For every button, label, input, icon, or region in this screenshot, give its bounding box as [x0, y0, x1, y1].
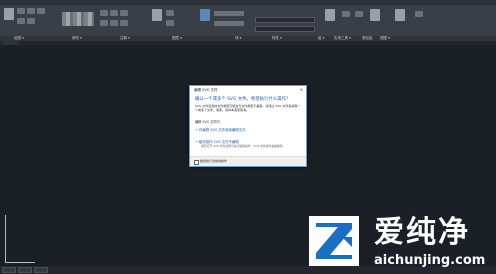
trim-tool-icon[interactable]: [120, 10, 128, 16]
hatch-tool-icon[interactable]: [27, 18, 35, 24]
paste-icon[interactable]: [395, 9, 405, 21]
layout2-tab[interactable]: [34, 267, 48, 273]
close-icon[interactable]: ✕: [300, 87, 303, 92]
group-icon[interactable]: [355, 11, 363, 17]
measure-icon[interactable]: [370, 9, 380, 21]
view-icon[interactable]: [415, 11, 423, 17]
layer-tools-icon[interactable]: [214, 21, 244, 26]
leader-tool-icon[interactable]: [166, 20, 174, 26]
layer-state-icon[interactable]: [214, 11, 244, 16]
dimension-tool-icon[interactable]: [166, 10, 174, 16]
dialog-footer: 始终执行当前的操作: [190, 156, 306, 166]
match-properties-icon[interactable]: [342, 11, 350, 17]
option-continue-edit[interactable]: → 仍编辑 SVG 文件继续编辑文件: [195, 128, 302, 133]
watermark-url: aichunjing.com: [374, 253, 486, 268]
ucs-x-axis: [5, 262, 35, 263]
option-cancel-edit-desc: 通知打开 SVG 文件功能可进行编辑操作，SVG 文件操作会被保存。: [201, 143, 286, 148]
rotate-tool-icon[interactable]: [110, 10, 118, 16]
option-cancel-edit[interactable]: → 取消操作 SVG 文件不编辑 通知打开 SVG 文件功能可进行编辑操作，SV…: [195, 140, 302, 148]
arc-tool-icon[interactable]: [37, 8, 45, 14]
ribbon: [0, 5, 496, 37]
color-dropdown[interactable]: [255, 17, 315, 23]
blurred-region: [62, 12, 94, 26]
svg-file-dialog: 编辑 SVG 文件 ✕ 确认一个或多个 SVG 文件。希望执行什么操作？ SVG…: [189, 85, 307, 167]
always-checkbox-label: 始终执行当前的操作: [200, 159, 228, 163]
move-tool-icon[interactable]: [100, 10, 108, 16]
watermark-brand: 爱纯净: [374, 215, 470, 250]
option-continue-edit-label: → 仍编辑 SVG 文件继续编辑文件: [195, 128, 246, 132]
layout1-tab[interactable]: [18, 267, 32, 273]
rectangle-tool-icon[interactable]: [17, 18, 25, 24]
text-tool-icon[interactable]: [152, 9, 162, 21]
insert-block-icon[interactable]: [325, 9, 335, 21]
dialog-title: 编辑 SVG 文件: [194, 88, 218, 92]
fillet-tool-icon[interactable]: [120, 20, 128, 26]
mirror-tool-icon[interactable]: [110, 20, 118, 26]
model-tab[interactable]: [2, 267, 16, 273]
watermark-logo-icon: [309, 216, 359, 266]
dialog-body: SVG 文件包含的文件类型可能会与文件类型不兼容。请通过 SVG 文件来编辑一个…: [195, 104, 301, 112]
polyline-tool-icon[interactable]: [17, 8, 25, 14]
circle-tool-icon[interactable]: [27, 8, 35, 14]
always-checkbox[interactable]: [194, 159, 199, 165]
ucs-y-axis: [5, 215, 6, 263]
linetype-dropdown[interactable]: [255, 26, 315, 32]
copy-tool-icon[interactable]: [100, 20, 108, 26]
dialog-subheading: 编辑 SVG 文件时：: [195, 120, 223, 124]
layer-properties-icon[interactable]: [200, 9, 210, 21]
line-tool-icon[interactable]: [4, 8, 14, 20]
dialog-heading: 确认一个或多个 SVG 文件。希望执行什么操作？: [195, 97, 291, 102]
watermark: 爱纯净 aichunjing.com: [306, 213, 496, 274]
